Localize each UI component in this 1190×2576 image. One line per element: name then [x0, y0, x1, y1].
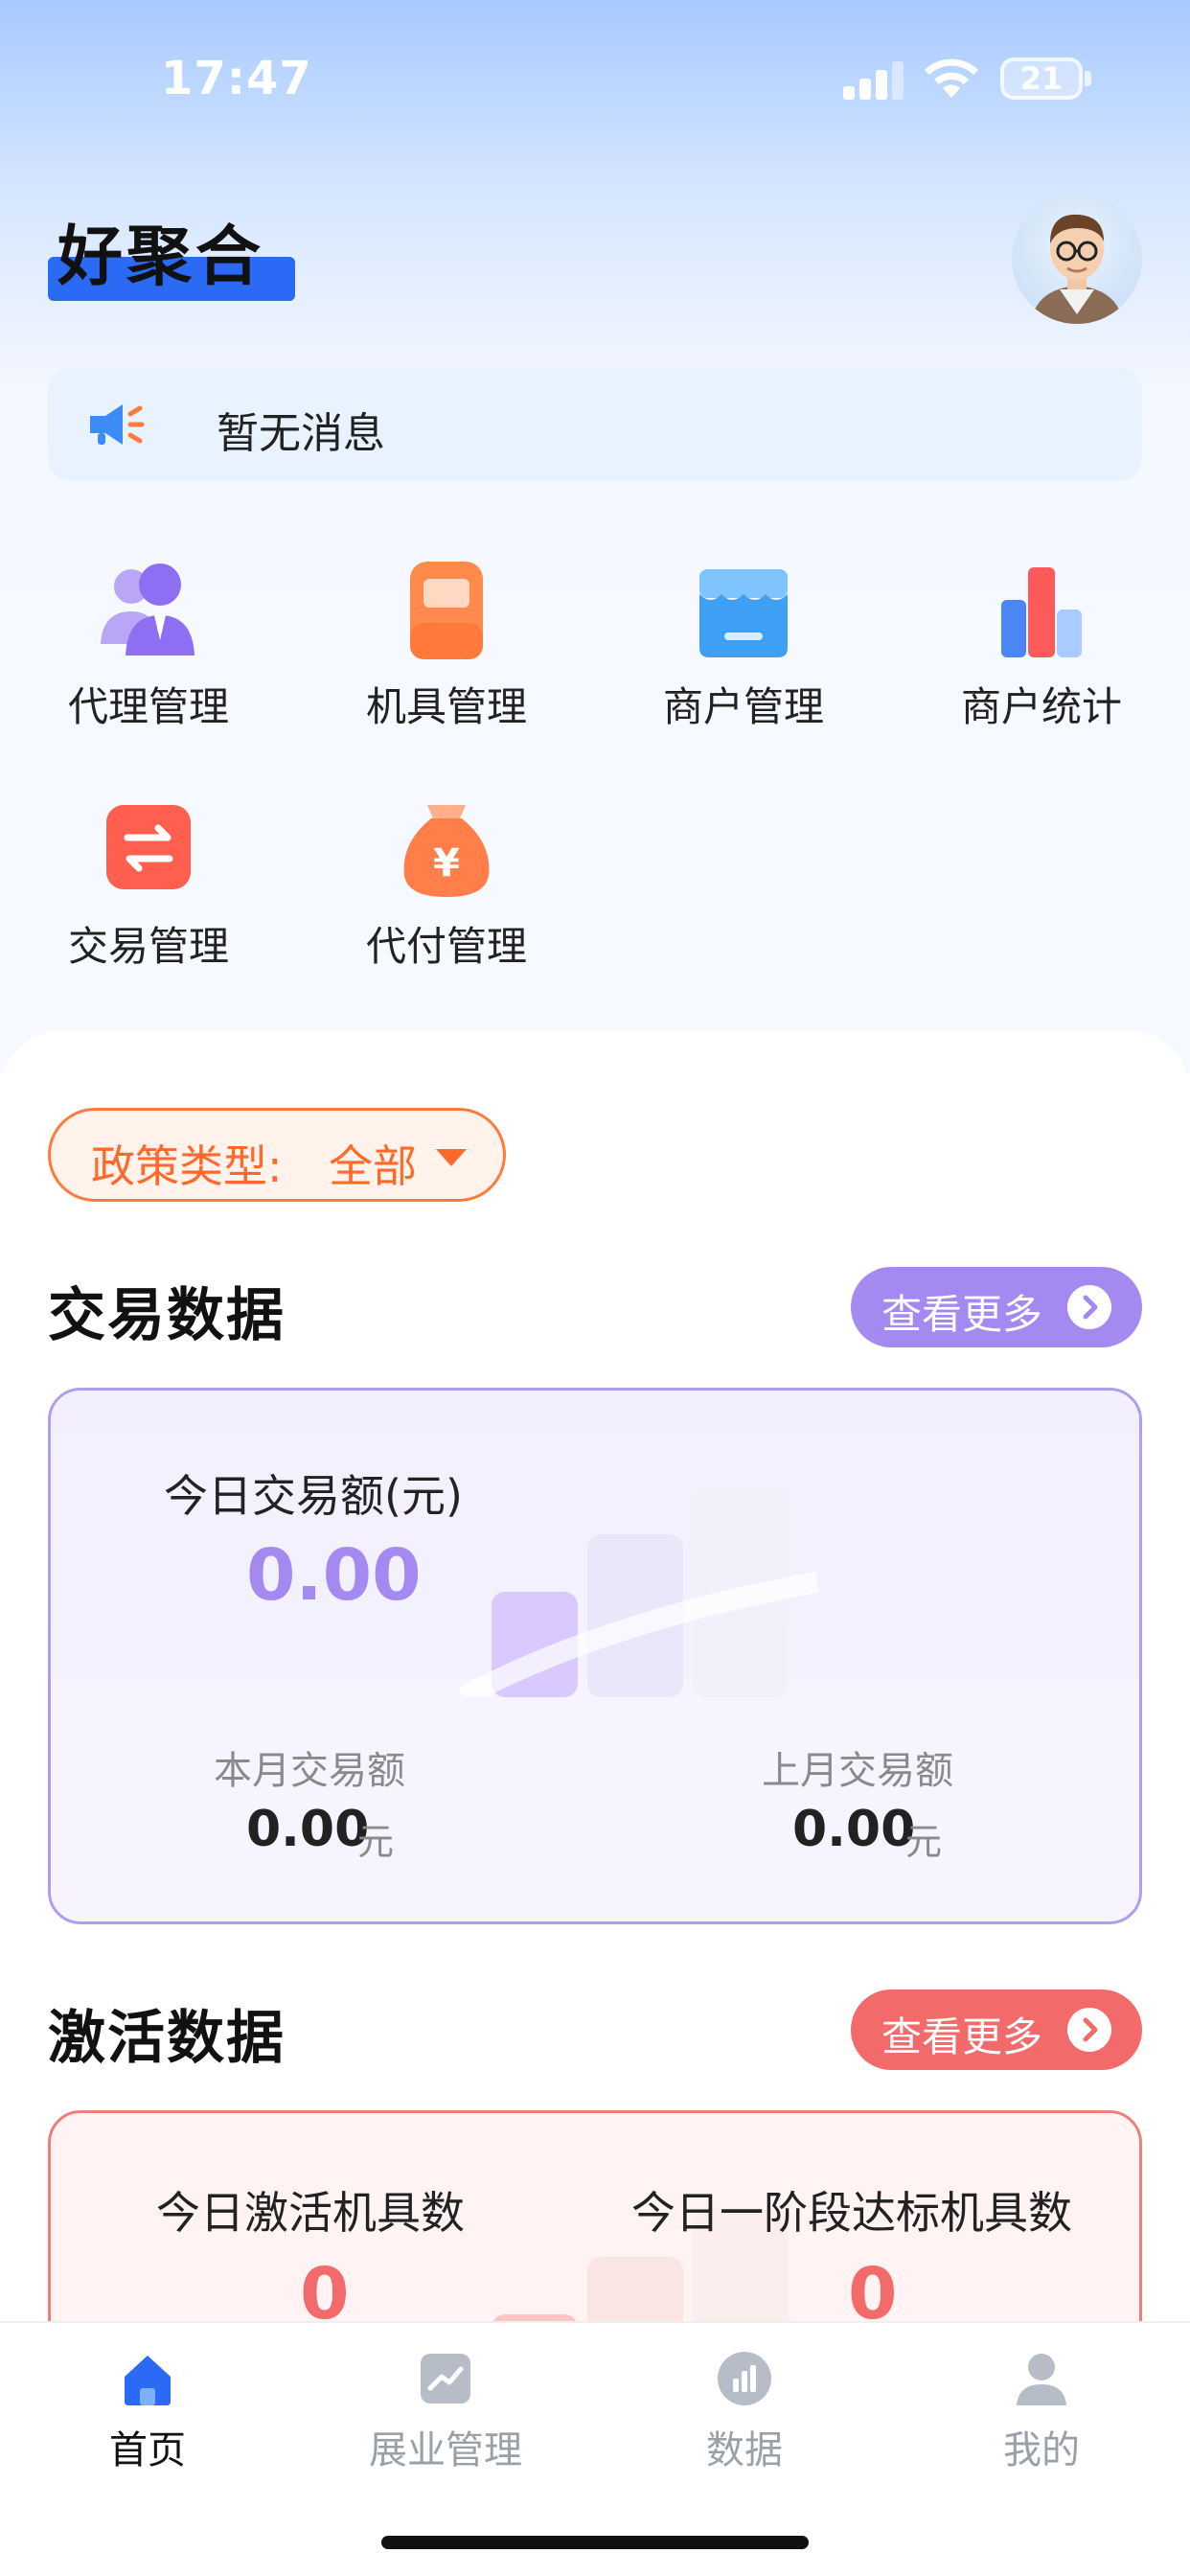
menu-item-device[interactable]: 机具管理 [322, 556, 571, 748]
trade-today-value: 0.00 [246, 1534, 422, 1617]
user-icon [1017, 2354, 1066, 2405]
status-bar: 17:47 21 [0, 0, 1190, 153]
chevron-right-icon [1067, 2008, 1111, 2052]
notice-bar[interactable]: 暂无消息 [48, 368, 1142, 481]
notice-text: 暂无消息 [217, 409, 385, 458]
trade-more-label: 查看更多 [881, 1291, 1043, 1338]
trade-card[interactable]: 今日交易额(元) 0.00 本月交易额 0.00 元 上月交易额 0.00 元 [48, 1388, 1142, 1924]
tab-label-mine: 我的 [1003, 2428, 1080, 2472]
menu-label-store: 商户管理 [662, 683, 824, 730]
tab-business[interactable]: 展业管理 [326, 2350, 565, 2484]
trend-icon [421, 2354, 470, 2404]
app-title: 好聚合 [57, 219, 265, 295]
caret-down-icon [436, 1149, 467, 1166]
tab-label-data: 数据 [706, 2428, 783, 2472]
trade-last-month-label: 上月交易额 [762, 1749, 953, 1793]
tab-label-business: 展业管理 [369, 2428, 522, 2472]
device-icon [410, 562, 483, 659]
menu-item-transaction[interactable]: 交易管理 [24, 795, 273, 987]
menu-label-device: 机具管理 [365, 683, 527, 730]
bar-chart-icon [1001, 567, 1082, 657]
policy-filter[interactable]: 政策类型: 全部 [48, 1108, 506, 1202]
activation-more-label: 查看更多 [881, 2013, 1043, 2060]
svg-text:¥: ¥ [433, 841, 460, 886]
activation-more-button[interactable]: 查看更多 [851, 1990, 1142, 2070]
wifi-icon [925, 58, 978, 98]
status-time: 17:47 [161, 52, 312, 105]
tab-label-home: 首页 [109, 2428, 186, 2472]
avatar-image [1031, 214, 1123, 324]
agent-icon [101, 564, 195, 656]
data-icon [718, 2352, 771, 2405]
policy-value: 全部 [329, 1140, 417, 1192]
home-icon [125, 2356, 171, 2405]
battery-icon: 21 [1000, 58, 1083, 100]
trade-month-label: 本月交易额 [214, 1749, 405, 1793]
home-indicator [381, 2536, 809, 2549]
store-icon [699, 569, 788, 657]
menu-label-statistics: 商户统计 [960, 683, 1122, 730]
menu-item-agent[interactable]: 代理管理 [24, 556, 273, 748]
tab-data[interactable]: 数据 [625, 2350, 864, 2484]
tab-mine[interactable]: 我的 [922, 2350, 1161, 2484]
tab-home[interactable]: 首页 [28, 2350, 267, 2484]
trade-more-button[interactable]: 查看更多 [851, 1267, 1142, 1347]
trade-today-label: 今日交易额(元) [164, 1470, 463, 1522]
activation-section-title: 激活数据 [48, 2005, 286, 2072]
chevron-right-icon [1067, 1285, 1111, 1329]
money-bag-icon: ¥ [403, 805, 490, 897]
menu-label-agent: 代理管理 [67, 683, 229, 730]
menu-item-payment[interactable]: ¥ 代付管理 [322, 795, 571, 987]
trade-section-title: 交易数据 [48, 1282, 286, 1349]
menu-item-store[interactable]: 商户管理 [619, 556, 868, 748]
menu-label-transaction: 交易管理 [67, 923, 229, 970]
app-title-block: 好聚合 [48, 203, 297, 303]
trade-last-month-unit: 元 [905, 1821, 943, 1863]
trade-last-month-value: 0.00 [792, 1801, 916, 1858]
bar-illustration-icon [457, 1486, 819, 1697]
policy-label: 政策类型: [91, 1140, 283, 1192]
avatar[interactable] [1012, 194, 1142, 324]
menu-item-statistics[interactable]: 商户统计 [917, 556, 1166, 748]
megaphone-icon [90, 404, 145, 445]
battery-tip [1085, 71, 1091, 86]
battery-level: 21 [1019, 60, 1064, 97]
trade-month-unit: 元 [357, 1821, 395, 1863]
menu-label-payment: 代付管理 [365, 923, 527, 970]
signal-icon [843, 59, 904, 100]
activation-stage-label: 今日一阶段达标机具数 [631, 2187, 1072, 2239]
exchange-icon [106, 805, 191, 889]
activation-today-label: 今日激活机具数 [156, 2187, 465, 2239]
trade-month-value: 0.00 [246, 1801, 370, 1858]
